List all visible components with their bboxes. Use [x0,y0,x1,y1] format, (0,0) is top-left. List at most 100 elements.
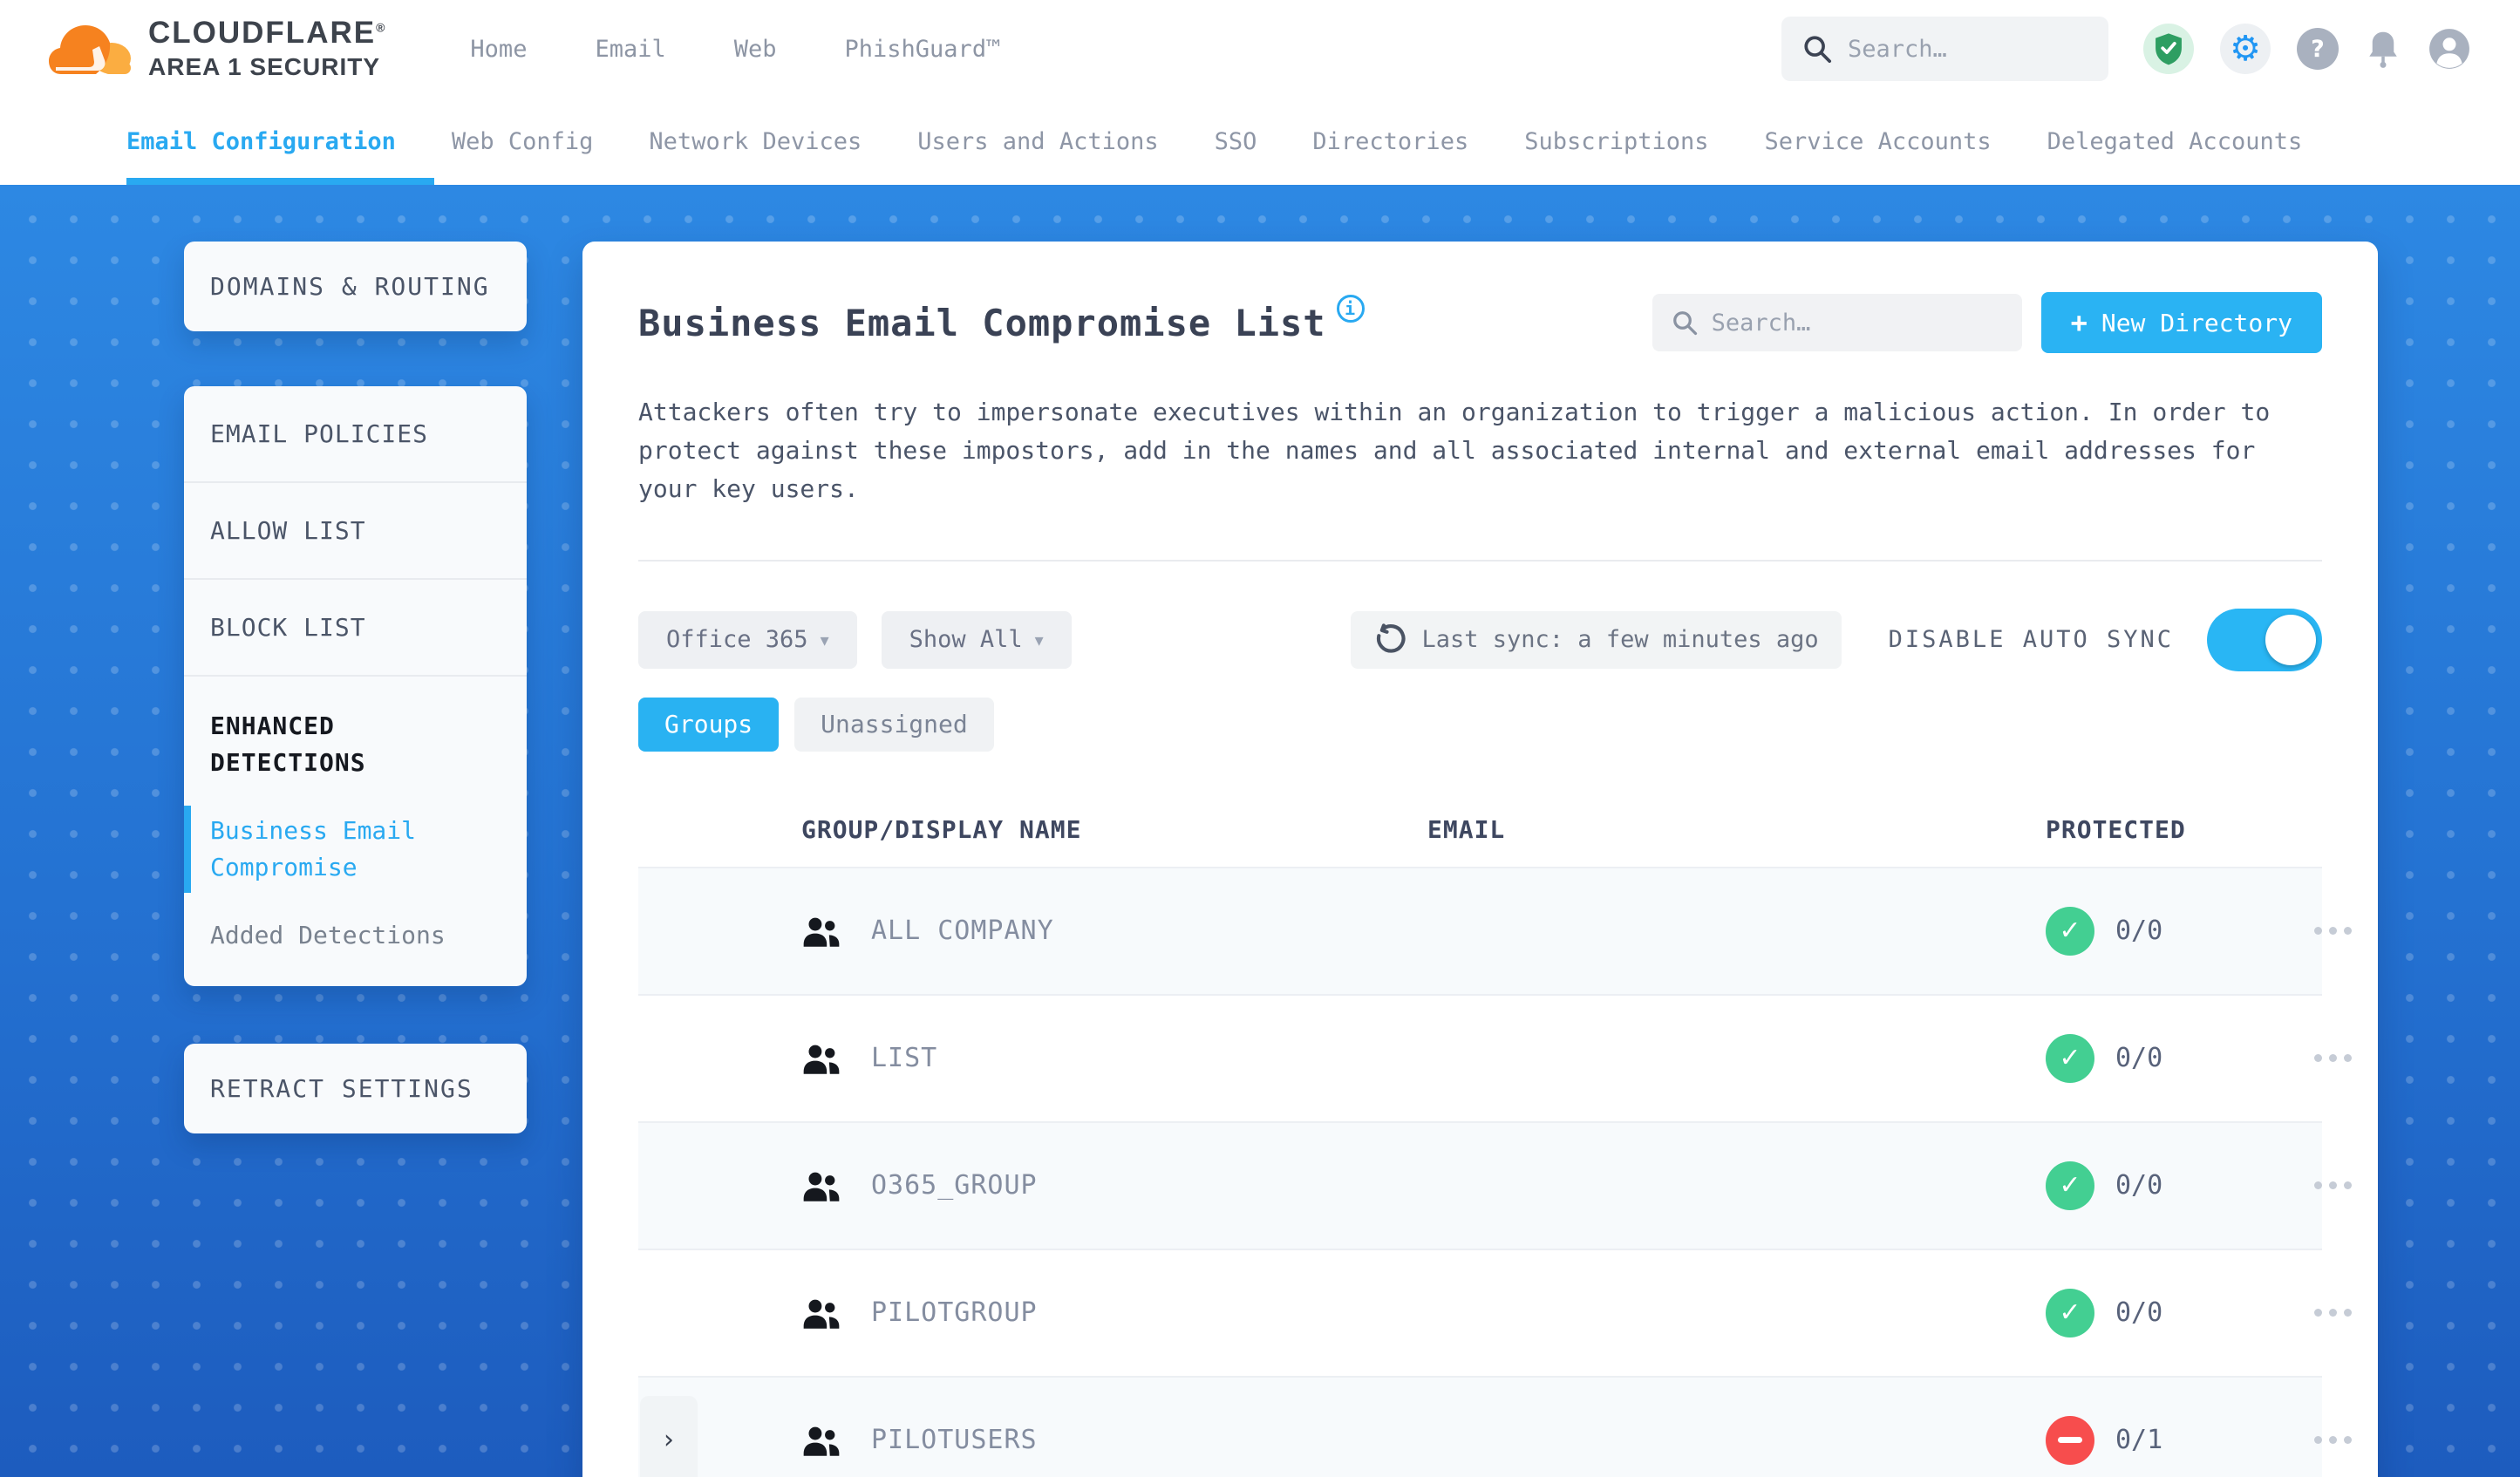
row-actions-menu[interactable] [2314,1054,2367,1063]
user-icon [2429,29,2469,69]
security-status-button[interactable] [2143,24,2194,74]
sidebar-item-retract-settings[interactable]: RETRACT SETTINGS [184,1044,527,1133]
tab-unassigned[interactable]: Unassigned [794,697,994,752]
table-header-row: GROUP/DISPLAY NAME EMAIL PROTECTED [638,793,2322,867]
toggle-knob [2265,614,2316,665]
sidebar-enhanced-detections-section: ENHANCED DETECTIONS Business Email Compr… [184,677,527,986]
group-icon [803,1426,840,1456]
top-nav-phishguard[interactable]: PhishGuard™ [845,36,1001,63]
tab-directories[interactable]: Directories [1312,98,1468,185]
list-search-input[interactable]: Search… [1652,294,2022,351]
new-directory-button[interactable]: + New Directory [2040,292,2322,353]
check-icon: ✓ [2059,915,2081,947]
auto-sync-label: DISABLE AUTO SYNC [1888,626,2174,654]
workspace-background: DOMAINS & ROUTING EMAIL POLICIES ALLOW L… [0,185,2520,1477]
column-header-protected: PROTECTED [2046,815,2186,845]
tab-subscriptions[interactable]: Subscriptions [1524,98,1708,185]
unprotected-status-icon [2046,1415,2094,1465]
protected-count: 0/0 [2115,1043,2163,1074]
section-nav: Email Configuration Web Config Network D… [0,98,2520,185]
sidebar: DOMAINS & ROUTING EMAIL POLICIES ALLOW L… [184,242,527,1133]
expand-row-button[interactable]: › [640,1395,698,1477]
main-panel: Business Email Compromise List i Search… … [582,242,2378,1477]
brand-name: CLOUDFLARE® [148,16,387,51]
app-header: CLOUDFLARE® AREA 1 SECURITY Home Email W… [0,0,2520,98]
group-name[interactable]: PILOTGROUP [871,1297,1038,1328]
protected-count: 0/0 [2115,1297,2163,1329]
group-icon [803,1045,840,1074]
sidebar-item-added-detections[interactable]: Added Detections [210,921,501,950]
shield-check-icon [2156,33,2182,65]
tab-sso[interactable]: SSO [1215,98,1257,185]
cloudflare-logo[interactable]: CLOUDFLARE® AREA 1 SECURITY [49,17,386,80]
global-search-input[interactable]: Search… [1781,17,2108,81]
tab-web-config[interactable]: Web Config [452,98,594,185]
page-title: Business Email Compromise List i [638,294,1365,344]
check-icon: ✓ [2059,1170,2081,1201]
cloudflare-cloud-icon [49,24,131,74]
top-nav-email[interactable]: Email [595,36,665,63]
group-icon [803,917,840,947]
row-actions-menu[interactable] [2314,1181,2367,1190]
protected-status-icon: ✓ [2046,906,2094,956]
sidebar-item-allow-list[interactable]: ALLOW LIST [184,483,527,580]
sidebar-item-business-email-compromise[interactable]: Business Email Compromise [184,806,501,893]
question-icon: ? [2311,35,2325,63]
group-name[interactable]: O365_GROUP [871,1170,1038,1201]
refresh-icon [1376,623,1406,653]
registered-mark: ® [376,20,387,35]
group-name[interactable]: PILOTUSERS [871,1425,1038,1455]
group-name[interactable]: ALL COMPANY [871,915,1054,946]
row-actions-menu[interactable] [2314,927,2367,936]
table-row: › PILOTUSERS 0/1 [638,1375,2352,1477]
top-nav-home[interactable]: Home [470,36,527,63]
protected-status-icon: ✓ [2046,1160,2094,1210]
info-icon[interactable]: i [1336,294,1365,323]
search-icon [1804,36,1832,64]
sidebar-item-email-policies[interactable]: EMAIL POLICIES [184,386,527,483]
group-icon [803,1299,840,1329]
groups-table: GROUP/DISPLAY NAME EMAIL PROTECTED ALL C… [638,793,2352,1477]
protected-status-icon: ✓ [2046,1033,2094,1083]
list-search-placeholder: Search… [1711,309,1811,337]
group-name[interactable]: LIST [871,1043,937,1073]
tab-delegated-accounts[interactable]: Delegated Accounts [2047,98,2303,185]
check-icon: ✓ [2059,1297,2081,1329]
row-actions-menu[interactable] [2314,1436,2367,1445]
view-tabs: Groups Unassigned [638,697,2322,752]
account-button[interactable] [2428,27,2471,71]
active-indicator-bar [184,806,191,893]
sidebar-item-enhanced-detections[interactable]: ENHANCED DETECTIONS [210,708,501,781]
protected-count: 0/1 [2115,1425,2163,1456]
column-header-name: GROUP/DISPLAY NAME [801,815,1082,845]
tab-network-devices[interactable]: Network Devices [649,98,862,185]
tab-users-and-actions[interactable]: Users and Actions [917,98,1158,185]
plus-icon: + [2070,306,2088,339]
auto-sync-toggle[interactable] [2207,608,2322,671]
divider [638,559,2322,562]
settings-button[interactable]: ⚙ [2220,24,2271,74]
caret-down-icon: ▾ [820,629,829,650]
row-actions-menu[interactable] [2314,1309,2367,1317]
chevron-right-icon: › [664,1425,674,1456]
top-nav: Home Email Web PhishGuard™ [470,36,1000,63]
last-sync-status[interactable]: Last sync: a few minutes ago [1350,610,1842,669]
directory-filter-dropdown[interactable]: Office 365 ▾ [638,610,857,669]
group-icon [803,1172,840,1201]
tab-email-configuration[interactable]: Email Configuration [126,98,434,185]
table-row: PILOTGROUP ✓ 0/0 [638,1248,2352,1376]
search-icon [1672,311,1697,336]
table-row: LIST ✓ 0/0 [638,993,2352,1121]
minus-icon [2058,1437,2082,1444]
top-nav-web[interactable]: Web [734,36,777,63]
show-filter-dropdown[interactable]: Show All ▾ [881,610,1072,669]
caret-down-icon: ▾ [1034,629,1044,650]
sidebar-item-block-list[interactable]: BLOCK LIST [184,580,527,677]
table-row: O365_GROUP ✓ 0/0 [638,1120,2352,1249]
notifications-button[interactable] [2365,29,2401,69]
help-button[interactable]: ? [2297,28,2339,70]
tab-groups[interactable]: Groups [638,697,780,752]
tab-service-accounts[interactable]: Service Accounts [1765,98,1992,185]
sidebar-item-domains-routing[interactable]: DOMAINS & ROUTING [184,242,527,331]
column-header-email: EMAIL [1427,815,1506,845]
